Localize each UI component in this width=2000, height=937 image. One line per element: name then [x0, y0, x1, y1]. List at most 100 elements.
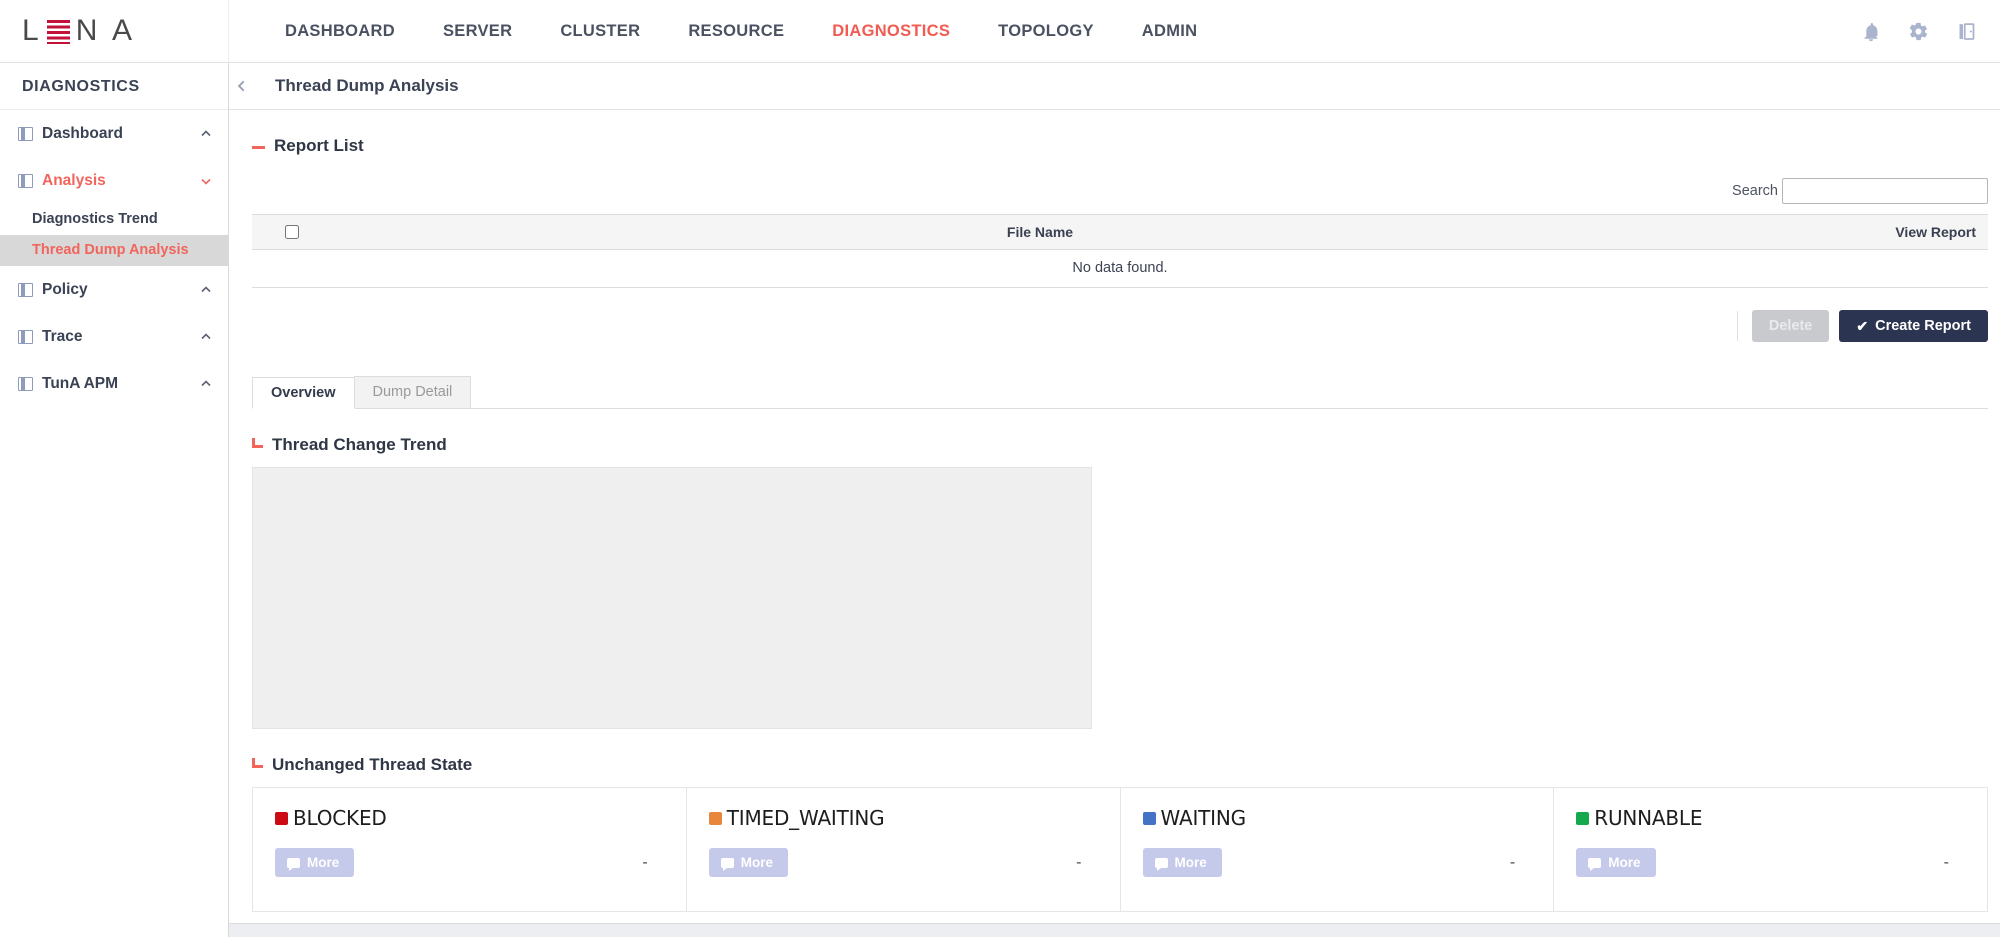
- panel-icon: [18, 174, 33, 188]
- sidebar-item-label: TunA APM: [42, 375, 200, 393]
- unchanged-thread-state-heading: Unchanged Thread State: [252, 755, 2000, 775]
- tab-bar: Overview Dump Detail: [252, 376, 1988, 409]
- state-color-swatch-icon: [275, 812, 288, 825]
- state-name: BLOCKED: [293, 806, 387, 830]
- state-name: WAITING: [1161, 806, 1246, 830]
- sidebar-item-label: Policy: [42, 281, 200, 299]
- sidebar-item-label: Analysis: [42, 172, 200, 190]
- more-label: More: [1608, 855, 1640, 870]
- select-all-cell: [252, 225, 332, 239]
- corner-bracket-icon: [252, 438, 263, 448]
- state-value: -: [642, 854, 663, 872]
- sidebar-item-trace[interactable]: Trace: [0, 313, 228, 360]
- sidebar: DIAGNOSTICS Dashboard Analysis Diagnosti…: [0, 63, 229, 937]
- report-list-heading: Report List: [252, 136, 2000, 156]
- nav-item-admin[interactable]: ADMIN: [1118, 0, 1222, 63]
- card-title: BLOCKED: [275, 806, 664, 830]
- unchanged-thread-state-title: Unchanged Thread State: [272, 755, 472, 775]
- gear-icon[interactable]: [1908, 21, 1930, 43]
- card-title: RUNNABLE: [1576, 806, 1965, 830]
- logo-letter-l: L: [22, 14, 43, 48]
- sidebar-item-tuna-apm[interactable]: TunA APM: [0, 360, 228, 407]
- nav-item-resource[interactable]: RESOURCE: [664, 0, 808, 63]
- table-header-row: File Name View Report: [252, 215, 1988, 250]
- sidebar-title: DIAGNOSTICS: [0, 63, 228, 110]
- nav-item-diagnostics[interactable]: DIAGNOSTICS: [808, 0, 974, 63]
- page-title: Thread Dump Analysis: [275, 76, 459, 96]
- check-icon: ✔: [1856, 318, 1868, 335]
- thread-state-card-list: BLOCKED More - TIMED_WAITING More -: [252, 787, 1988, 912]
- action-divider: [1737, 311, 1738, 341]
- thread-state-card-waiting: WAITING More -: [1121, 787, 1555, 912]
- more-button[interactable]: More: [275, 848, 354, 877]
- card-body: More -: [1143, 848, 1532, 877]
- more-button[interactable]: More: [709, 848, 788, 877]
- logo-letters-na: N A: [76, 14, 136, 48]
- chevron-up-icon: [200, 331, 212, 343]
- card-body: More -: [1576, 848, 1965, 877]
- delete-button[interactable]: Delete: [1752, 310, 1830, 342]
- sidebar-item-dashboard[interactable]: Dashboard: [0, 110, 228, 157]
- bell-icon[interactable]: [1860, 21, 1882, 43]
- bottom-status-bar: [0, 923, 2000, 937]
- create-report-label: Create Report: [1875, 318, 1971, 334]
- more-button[interactable]: More: [1143, 848, 1222, 877]
- sidebar-item-label: Dashboard: [42, 125, 200, 143]
- thread-state-card-blocked: BLOCKED More -: [253, 787, 687, 912]
- search-input[interactable]: [1782, 178, 1988, 204]
- more-button[interactable]: More: [1576, 848, 1655, 877]
- sidebar-subitem-diagnostics-trend[interactable]: Diagnostics Trend: [0, 204, 228, 235]
- sidebar-subitem-thread-dump-analysis[interactable]: Thread Dump Analysis: [0, 235, 228, 266]
- panel-icon: [18, 283, 33, 297]
- logo-text: L N A: [22, 14, 136, 48]
- thread-change-trend-chart[interactable]: [252, 467, 1092, 729]
- column-header-view-report[interactable]: View Report: [1748, 224, 1988, 240]
- minus-icon[interactable]: [252, 146, 265, 149]
- sidebar-item-policy[interactable]: Policy: [0, 266, 228, 313]
- chevron-down-icon: [200, 175, 212, 187]
- table-empty-message: No data found.: [252, 250, 1988, 287]
- brand-logo[interactable]: L N A: [0, 0, 229, 63]
- more-label: More: [1175, 855, 1207, 870]
- main-content: Report List Search File Name View Report…: [229, 110, 2000, 937]
- nav-item-topology[interactable]: TOPOLOGY: [974, 0, 1118, 63]
- page-header: Thread Dump Analysis: [229, 63, 2000, 110]
- speech-bubble-icon: [287, 858, 300, 868]
- panel-icon: [18, 330, 33, 344]
- state-name: TIMED_WAITING: [727, 806, 885, 830]
- thread-state-card-runnable: RUNNABLE More -: [1554, 787, 1988, 912]
- chevron-up-icon: [200, 284, 212, 296]
- chevron-left-icon[interactable]: [229, 63, 255, 110]
- thread-state-card-timed-waiting: TIMED_WAITING More -: [687, 787, 1121, 912]
- top-navigation: DASHBOARD SERVER CLUSTER RESOURCE DIAGNO…: [261, 0, 1221, 63]
- more-label: More: [307, 855, 339, 870]
- card-body: More -: [275, 848, 664, 877]
- report-table: File Name View Report No data found.: [252, 214, 1988, 288]
- card-title: WAITING: [1143, 806, 1532, 830]
- state-value: -: [1076, 854, 1097, 872]
- report-list-title: Report List: [274, 136, 364, 156]
- tab-overview[interactable]: Overview: [252, 377, 355, 409]
- striped-e-logo-icon: [47, 20, 70, 44]
- nav-item-server[interactable]: SERVER: [419, 0, 536, 63]
- state-name: RUNNABLE: [1594, 806, 1702, 830]
- nav-item-dashboard[interactable]: DASHBOARD: [261, 0, 419, 63]
- panel-icon: [18, 377, 33, 391]
- top-bar-actions: [1860, 0, 1978, 63]
- state-value: -: [1944, 854, 1965, 872]
- create-report-button[interactable]: ✔ Create Report: [1839, 310, 1988, 342]
- column-header-file-name[interactable]: File Name: [332, 224, 1748, 240]
- state-color-swatch-icon: [1576, 812, 1589, 825]
- state-value: -: [1510, 854, 1531, 872]
- tab-dump-detail[interactable]: Dump Detail: [354, 376, 472, 408]
- logout-icon[interactable]: [1956, 21, 1978, 43]
- thread-change-trend-title: Thread Change Trend: [272, 435, 447, 455]
- nav-item-cluster[interactable]: CLUSTER: [536, 0, 664, 63]
- state-color-swatch-icon: [1143, 812, 1156, 825]
- speech-bubble-icon: [721, 858, 734, 868]
- sidebar-item-analysis[interactable]: Analysis: [0, 157, 228, 204]
- search-row: Search: [229, 178, 2000, 204]
- more-label: More: [741, 855, 773, 870]
- select-all-checkbox[interactable]: [285, 225, 299, 239]
- speech-bubble-icon: [1155, 858, 1168, 868]
